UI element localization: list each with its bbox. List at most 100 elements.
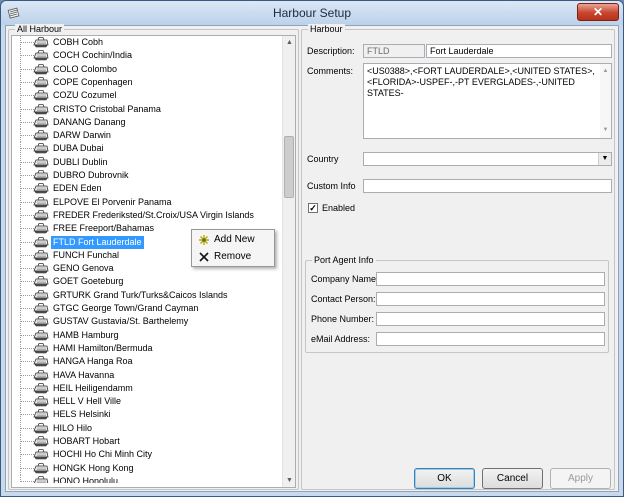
ship-icon xyxy=(32,49,50,62)
harbour-legend: Harbour xyxy=(308,24,345,35)
harbour-setup-window: Harbour Setup ✕ All Harbour COBH Cobh COC… xyxy=(0,0,624,497)
cancel-button[interactable]: Cancel xyxy=(482,468,543,489)
ship-icon xyxy=(32,329,50,342)
title-bar[interactable]: Harbour Setup ✕ xyxy=(1,1,623,25)
scroll-down-arrow-icon[interactable]: ▼ xyxy=(283,474,296,487)
ship-icon xyxy=(32,408,50,421)
enabled-checkbox[interactable]: ✓ xyxy=(308,203,318,213)
harbour-tree-item-label: FTLD Fort Lauderdale xyxy=(51,235,144,249)
all-harbour-legend: All Harbour xyxy=(15,24,65,35)
harbour-tree-item-label: DUBLI Dublin xyxy=(53,156,108,167)
ship-icon xyxy=(32,435,50,448)
company-name-label: Company Name: xyxy=(311,274,379,284)
harbour-tree-item-label: GOET Goeteburg xyxy=(53,276,124,287)
port-agent-legend: Port Agent Info xyxy=(312,255,376,266)
ship-icon xyxy=(32,209,50,222)
context-menu: Add New Remove xyxy=(191,229,275,267)
harbour-tree-item-label: FUNCH Funchal xyxy=(53,249,120,260)
phone-number-label: Phone Number: xyxy=(311,314,375,324)
harbour-tree-item-label: HILO Hilo xyxy=(53,422,93,433)
ship-icon xyxy=(32,36,50,49)
ship-icon xyxy=(32,116,50,129)
remove-label: Remove xyxy=(214,251,252,262)
harbour-tree-item-label: COCH Cochin/India xyxy=(53,50,133,61)
ship-icon xyxy=(32,355,50,368)
ship-icon xyxy=(32,196,50,209)
menu-item-add-new[interactable]: Add New xyxy=(194,232,272,248)
ship-icon xyxy=(32,222,50,235)
harbour-tree-item-label: HOCHI Ho Chi Minh City xyxy=(53,449,153,460)
comments-scroll-down-icon[interactable]: ▼ xyxy=(600,125,611,136)
ship-icon xyxy=(32,315,50,328)
enabled-label: Enabled xyxy=(322,203,356,213)
comments-scrollbar[interactable]: ▲ ▼ xyxy=(600,64,611,138)
harbour-tree-item-label: HOBART Hobart xyxy=(53,436,120,446)
harbour-tree-item-label: HAVA Havanna xyxy=(53,369,115,380)
contact-person-field[interactable] xyxy=(376,292,605,306)
port-agent-group: Port Agent Info Company Name: Contact Pe… xyxy=(305,255,609,353)
comments-text: <US0388>,<FORT LAUDERDALE>,<UNITED STATE… xyxy=(367,66,595,98)
harbour-tree-item-label: HAMB Hamburg xyxy=(53,329,119,340)
ship-icon xyxy=(32,382,50,395)
harbour-tree-item-label: COZU Cozumel xyxy=(53,90,117,101)
remove-icon xyxy=(199,252,209,262)
email-address-field[interactable] xyxy=(376,332,605,346)
custom-info-label: Custom Info xyxy=(307,181,356,191)
harbour-tree-item-label: FREDER Frederiksted/St.Croix/USA Virgin … xyxy=(53,209,254,220)
harbour-tree-item-label: HAMI Hamilton/Bermuda xyxy=(53,342,153,353)
ship-icon xyxy=(32,475,50,483)
comments-scroll-up-icon[interactable]: ▲ xyxy=(600,66,611,77)
company-name-field[interactable] xyxy=(376,272,605,286)
harbour-tree-item-label: GTGC George Town/Grand Cayman xyxy=(53,303,199,313)
description-field[interactable]: Fort Lauderdale xyxy=(426,44,612,58)
harbour-tree-item-label: COLO Colombo xyxy=(53,63,118,74)
harbour-tree-item-label: DUBRO Dubrovnik xyxy=(53,170,129,180)
harbour-tree-item-label: HANGA Hanga Roa xyxy=(53,356,133,367)
comments-field[interactable]: <US0388>,<FORT LAUDERDALE>,<UNITED STATE… xyxy=(363,63,612,139)
ship-icon xyxy=(32,422,50,435)
harbour-tree-item-label: CRISTO Cristobal Panama xyxy=(53,103,161,114)
ship-icon xyxy=(32,236,50,249)
harbour-tree-item-label: EDEN Eden xyxy=(53,183,102,194)
ship-icon xyxy=(32,63,50,76)
menu-item-remove[interactable]: Remove xyxy=(194,249,272,265)
contact-person-label: Contact Person: xyxy=(311,294,376,304)
close-button[interactable]: ✕ xyxy=(577,3,619,21)
ship-icon xyxy=(32,103,50,116)
ship-icon xyxy=(32,448,50,461)
apply-button[interactable]: Apply xyxy=(550,468,611,489)
ship-icon xyxy=(32,462,50,475)
harbour-tree-item-label: DANANG Danang xyxy=(53,116,126,127)
email-address-label: eMail Address: xyxy=(311,334,371,344)
add-new-icon xyxy=(199,235,209,245)
harbour-tree-item-label: ELPOVE El Porvenir Panama xyxy=(53,196,172,207)
ship-icon xyxy=(32,395,50,408)
harbour-tree-item-label: GENO Genova xyxy=(53,263,114,274)
harbour-tree-item-label: HELL V Hell Ville xyxy=(53,396,122,407)
ship-icon xyxy=(32,249,50,262)
harbour-tree-item-label: COPE Copenhagen xyxy=(53,76,133,87)
harbour-tree-item-label: FREE Freeport/Bahamas xyxy=(53,223,155,234)
scroll-up-arrow-icon[interactable]: ▲ xyxy=(283,36,296,49)
ship-icon xyxy=(32,156,50,169)
ship-icon xyxy=(32,89,50,102)
chevron-down-icon[interactable]: ▼ xyxy=(598,153,611,165)
ship-icon xyxy=(32,262,50,275)
scroll-thumb[interactable] xyxy=(284,136,294,198)
country-select[interactable]: ▼ xyxy=(363,152,612,166)
ship-icon xyxy=(32,142,50,155)
harbour-code-field: FTLD xyxy=(363,44,425,58)
harbour-tree-item-label: GRTURK Grand Turk/Turks&Caicos Islands xyxy=(53,289,228,300)
comments-label: Comments: xyxy=(307,66,354,76)
ok-button[interactable]: OK xyxy=(414,468,475,489)
harbour-tree-item-label: DUBA Dubai xyxy=(53,143,104,154)
ship-icon xyxy=(32,76,50,89)
harbour-tree-item-label: HONO Honolulu xyxy=(53,475,119,483)
harbour-tree-item-label: GUSTAV Gustavia/St. Barthelemy xyxy=(53,316,189,327)
tree-scrollbar[interactable]: ▲ ▼ xyxy=(282,36,295,487)
phone-number-field[interactable] xyxy=(376,312,605,326)
harbour-tree-item-label: COBH Cobh xyxy=(53,37,104,47)
ship-icon xyxy=(32,182,50,195)
ship-icon xyxy=(32,275,50,288)
custom-info-field[interactable] xyxy=(363,179,612,193)
